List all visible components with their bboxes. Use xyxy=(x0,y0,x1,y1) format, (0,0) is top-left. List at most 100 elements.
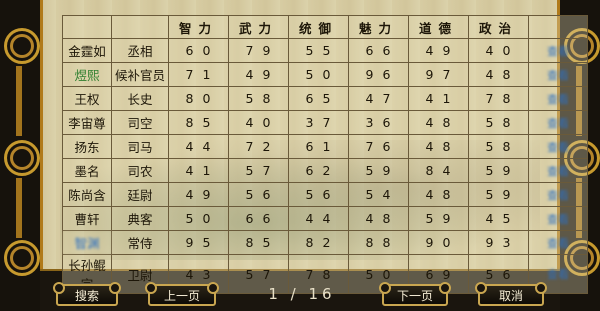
stat-command: 50 xyxy=(288,62,349,87)
stat-intelligence: 44 xyxy=(168,134,229,159)
stat-politics: 45 xyxy=(468,206,529,231)
official-name: 煜熙 xyxy=(62,62,112,87)
header-force: 武力 xyxy=(228,15,289,39)
cancel-button[interactable]: 取消 xyxy=(475,282,547,306)
stat-politics: 93 xyxy=(468,230,529,255)
view-link[interactable]: 查看 xyxy=(547,69,569,82)
swirl-ornament xyxy=(4,240,40,276)
stat-morality: 48 xyxy=(408,182,469,207)
official-office: 常侍 xyxy=(111,230,169,255)
table-row[interactable]: 扬东 司马 44 72 61 76 48 58 查看 xyxy=(62,134,588,159)
left-dragon-border xyxy=(0,0,43,311)
table-row[interactable]: 金霆如 丞相 60 79 55 66 49 40 查看 xyxy=(62,38,588,63)
view-link[interactable]: 查看 xyxy=(547,268,569,281)
stat-command: 56 xyxy=(288,182,349,207)
table-row[interactable]: 煜熙 候补官员 71 49 50 96 97 48 查看 xyxy=(62,62,588,87)
table-row[interactable]: 曹轩 典客 50 66 44 48 59 45 查看 xyxy=(62,206,588,231)
stat-politics: 40 xyxy=(468,38,529,63)
official-office: 司马 xyxy=(111,134,169,159)
view-link[interactable]: 查看 xyxy=(547,117,569,130)
stat-force: 79 xyxy=(228,38,289,63)
stat-intelligence: 71 xyxy=(168,62,229,87)
stat-charm: 47 xyxy=(348,86,409,111)
stat-intelligence: 85 xyxy=(168,110,229,135)
stat-morality: 97 xyxy=(408,62,469,87)
view-link[interactable]: 查看 xyxy=(547,213,569,226)
header-name xyxy=(62,15,112,39)
stat-politics: 78 xyxy=(468,86,529,111)
stat-command: 65 xyxy=(288,86,349,111)
stat-intelligence: 60 xyxy=(168,38,229,63)
stat-intelligence: 95 xyxy=(168,230,229,255)
official-name: 扬东 xyxy=(62,134,112,159)
stat-force: 72 xyxy=(228,134,289,159)
official-name: 王权 xyxy=(62,86,112,111)
official-office: 司农 xyxy=(111,158,169,183)
action-cell: 查看 xyxy=(528,158,588,183)
stat-intelligence: 50 xyxy=(168,206,229,231)
stat-charm: 96 xyxy=(348,62,409,87)
official-name: 陈尚含 xyxy=(62,182,112,207)
stat-charm: 76 xyxy=(348,134,409,159)
view-link[interactable]: 查看 xyxy=(547,45,569,58)
stat-force: 66 xyxy=(228,206,289,231)
stat-intelligence: 80 xyxy=(168,86,229,111)
stat-intelligence: 49 xyxy=(168,182,229,207)
stat-command: 61 xyxy=(288,134,349,159)
header-action xyxy=(528,15,588,39)
official-name: 曹轩 xyxy=(62,206,112,231)
header-charm: 魅力 xyxy=(348,15,409,39)
view-link[interactable]: 查看 xyxy=(547,165,569,178)
official-office: 廷尉 xyxy=(111,182,169,207)
table-row[interactable]: 王权 长史 80 58 65 47 41 78 查看 xyxy=(62,86,588,111)
stat-politics: 59 xyxy=(468,182,529,207)
stat-force: 57 xyxy=(228,158,289,183)
stat-politics: 58 xyxy=(468,110,529,135)
action-cell: 查看 xyxy=(528,182,588,207)
official-office: 丞相 xyxy=(111,38,169,63)
official-office: 司空 xyxy=(111,110,169,135)
table-row[interactable]: 智渊 常侍 95 85 82 88 90 93 查看 xyxy=(62,230,588,255)
table-row[interactable]: 陈尚含 廷尉 49 56 56 54 48 59 查看 xyxy=(62,182,588,207)
swirl-ornament xyxy=(4,28,40,64)
header-command: 统御 xyxy=(288,15,349,39)
stat-politics: 58 xyxy=(468,134,529,159)
official-office: 长史 xyxy=(111,86,169,111)
view-link[interactable]: 查看 xyxy=(547,189,569,202)
stat-politics: 48 xyxy=(468,62,529,87)
stat-morality: 49 xyxy=(408,38,469,63)
stat-morality: 41 xyxy=(408,86,469,111)
table-row[interactable]: 李宙尊 司空 85 40 37 36 48 58 查看 xyxy=(62,110,588,135)
table-header-row: 智力 武力 统御 魅力 道德 政治 xyxy=(62,15,588,39)
border-bar xyxy=(16,66,22,136)
stat-force: 85 xyxy=(228,230,289,255)
view-link[interactable]: 查看 xyxy=(547,141,569,154)
stat-morality: 59 xyxy=(408,206,469,231)
stat-force: 40 xyxy=(228,110,289,135)
header-politics: 政治 xyxy=(468,15,529,39)
stat-morality: 84 xyxy=(408,158,469,183)
action-cell: 查看 xyxy=(528,86,588,111)
search-button[interactable]: 搜索 xyxy=(53,282,121,306)
stat-charm: 66 xyxy=(348,38,409,63)
stat-charm: 48 xyxy=(348,206,409,231)
swirl-ornament xyxy=(4,140,40,176)
action-cell: 查看 xyxy=(528,206,588,231)
action-cell: 查看 xyxy=(528,62,588,87)
next-page-button[interactable]: 下一页 xyxy=(379,282,451,306)
stat-morality: 48 xyxy=(408,110,469,135)
official-office: 候补官员 xyxy=(111,62,169,87)
stat-command: 37 xyxy=(288,110,349,135)
stat-charm: 54 xyxy=(348,182,409,207)
view-link[interactable]: 查看 xyxy=(547,93,569,106)
stat-command: 62 xyxy=(288,158,349,183)
table-row[interactable]: 墨名 司农 41 57 62 59 84 59 查看 xyxy=(62,158,588,183)
stat-command: 82 xyxy=(288,230,349,255)
page-indicator: 1 / 16 xyxy=(268,285,336,303)
view-link[interactable]: 查看 xyxy=(547,237,569,250)
prev-page-button[interactable]: 上一页 xyxy=(145,282,219,306)
header-office xyxy=(111,15,169,39)
stat-force: 56 xyxy=(228,182,289,207)
action-cell: 查看 xyxy=(528,110,588,135)
header-intelligence: 智力 xyxy=(168,15,229,39)
